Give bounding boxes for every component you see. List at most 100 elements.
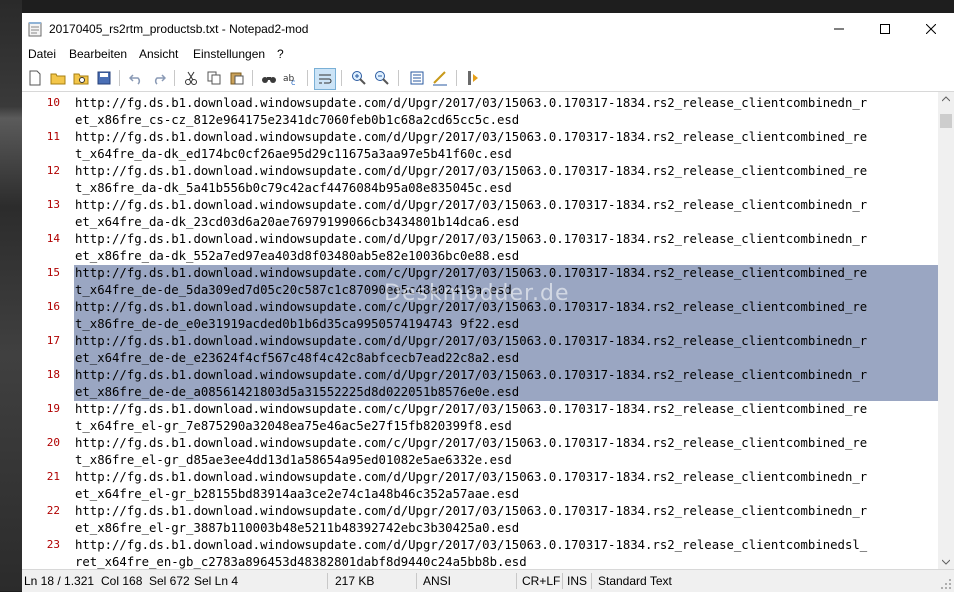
window-title: 20170405_rs2rtm_productsb.txt - Notepad2…	[49, 22, 309, 36]
redo-icon	[154, 74, 166, 85]
status-encoding[interactable]: ANSI	[423, 574, 451, 588]
menu-einstellungen[interactable]: Einstellungen	[193, 47, 265, 61]
scheme-button[interactable]	[408, 69, 426, 87]
maximize-icon	[880, 24, 890, 34]
editor-line[interactable]: 10 http://fg.ds.b1.download.windowsupdate…	[22, 95, 938, 129]
status-separator	[591, 573, 592, 589]
line-number: 16	[46, 300, 60, 313]
zoom-out-button[interactable]	[373, 69, 391, 87]
editor-line[interactable]: 23 http://fg.ds.b1.download.windowsupdate…	[22, 537, 938, 569]
line-number: 23	[46, 538, 60, 551]
editor-line[interactable]: 17 http://fg.ds.b1.download.windowsupdate…	[22, 333, 938, 367]
line-text: http://fg.ds.b1.download.windowsupdate.c…	[75, 164, 868, 178]
line-text-wrapped: ret_x64fre_en-gb_c2783a896453d48382801da…	[75, 555, 527, 569]
word-wrap-button[interactable]	[314, 68, 336, 90]
notepad2-window: 20170405_rs2rtm_productsb.txt - Notepad2…	[22, 13, 954, 592]
customize-icon	[433, 71, 447, 86]
line-text-wrapped: t_x64fre_da-dk_ed174bc0cf26ae95d29c11675…	[75, 147, 512, 161]
editor-line[interactable]: 18 http://fg.ds.b1.download.windowsupdate…	[22, 367, 938, 401]
status-separator	[562, 573, 563, 589]
editor-line[interactable]: 19 http://fg.ds.b1.download.windowsupdate…	[22, 401, 938, 435]
line-text: http://fg.ds.b1.download.windowsupdate.c…	[75, 130, 868, 144]
editor-line[interactable]: 12 http://fg.ds.b1.download.windowsupdate…	[22, 163, 938, 197]
line-number: 12	[46, 164, 60, 177]
status-selection: Sel 672	[149, 574, 190, 588]
status-insert-mode[interactable]: INS	[567, 574, 587, 588]
scroll-up-icon[interactable]	[942, 96, 950, 102]
open-file-icon	[50, 73, 66, 85]
editor-line[interactable]: 14 http://fg.ds.b1.download.windowsupdate…	[22, 231, 938, 265]
scrollbar-thumb[interactable]	[940, 114, 952, 128]
text-editor[interactable]: 10 http://fg.ds.b1.download.windowsupdate…	[22, 92, 938, 569]
desktop-background	[0, 0, 22, 591]
line-number: 14	[46, 232, 60, 245]
exit-icon	[468, 71, 478, 85]
cut-button[interactable]	[182, 69, 200, 87]
toolbar-separator	[456, 70, 457, 86]
notepad-app-icon	[28, 22, 42, 37]
new-file-icon	[29, 70, 41, 86]
line-text-wrapped: t_x86fre_de-de_e0e31919acded0b1b6d35ca99…	[75, 317, 520, 331]
browse-icon	[73, 73, 89, 85]
status-column: Col 168	[101, 574, 143, 588]
zoom-in-icon	[352, 71, 366, 85]
minimize-icon	[834, 28, 844, 30]
line-number: 22	[46, 504, 60, 517]
scroll-down-icon[interactable]	[942, 559, 950, 565]
open-file-button[interactable]	[49, 69, 67, 87]
paste-icon	[230, 72, 244, 85]
editor-line[interactable]: 20 http://fg.ds.b1.download.windowsupdate…	[22, 435, 938, 469]
toolbar-separator	[174, 70, 175, 86]
toolbar-separator	[341, 70, 342, 86]
line-text-wrapped: et_x86fre_el-gr_3887b110003b48e5211b4839…	[75, 521, 520, 535]
editor-line[interactable]: 13 http://fg.ds.b1.download.windowsupdate…	[22, 197, 938, 231]
exit-button[interactable]	[465, 69, 483, 87]
replace-button[interactable]: ab c	[283, 69, 301, 87]
line-text: http://fg.ds.b1.download.windowsupdate.c…	[75, 266, 868, 280]
word-wrap-icon	[319, 74, 332, 84]
line-number: 11	[46, 130, 60, 143]
find-button[interactable]	[260, 69, 278, 87]
line-text-wrapped: et_x86fre_da-dk_552a7ed97ea403d8f03480ab…	[75, 249, 520, 263]
status-bar: Ln 18 / 1.321 Col 168 Sel 672 Sel Ln 4 2…	[22, 569, 954, 592]
status-scheme[interactable]: Standard Text	[598, 574, 672, 588]
line-text: http://fg.ds.b1.download.windowsupdate.c…	[75, 334, 868, 348]
status-separator	[327, 573, 328, 589]
line-number: 19	[46, 402, 60, 415]
line-number: 18	[46, 368, 60, 381]
line-text: http://fg.ds.b1.download.windowsupdate.c…	[75, 402, 868, 416]
menu-ansicht[interactable]: Ansicht	[139, 47, 178, 61]
redo-button[interactable]	[150, 69, 168, 87]
customize-scheme-button[interactable]	[431, 69, 449, 87]
toolbar-separator	[307, 70, 308, 86]
line-text: http://fg.ds.b1.download.windowsupdate.c…	[75, 96, 868, 110]
menu-datei[interactable]: Datei	[28, 47, 56, 61]
save-button[interactable]	[95, 69, 113, 87]
title-bar[interactable]: 20170405_rs2rtm_productsb.txt - Notepad2…	[22, 13, 954, 45]
vertical-scrollbar[interactable]	[938, 92, 954, 569]
line-text-wrapped: et_x86fre_de-de_a08561421803d5a31552225d…	[75, 385, 520, 399]
watermark-text: Deskmodder.de	[384, 281, 570, 306]
toolbar-separator	[398, 70, 399, 86]
undo-icon	[129, 74, 141, 85]
browse-button[interactable]	[72, 69, 90, 87]
toolbar-separator	[252, 70, 253, 86]
line-text-wrapped: et_x86fre_cs-cz_812e964175e2341dc7060feb…	[75, 113, 520, 127]
maximize-button[interactable]	[862, 13, 908, 45]
zoom-in-button[interactable]	[350, 69, 368, 87]
minimize-button[interactable]	[816, 13, 862, 45]
status-line-ending[interactable]: CR+LF	[522, 574, 560, 588]
undo-button[interactable]	[127, 69, 145, 87]
resize-grip-icon[interactable]	[940, 578, 952, 590]
editor-line[interactable]: 22 http://fg.ds.b1.download.windowsupdate…	[22, 503, 938, 537]
new-file-button[interactable]	[26, 69, 44, 87]
editor-line[interactable]: 11 http://fg.ds.b1.download.windowsupdate…	[22, 129, 938, 163]
paste-button[interactable]	[228, 69, 246, 87]
menu-bearbeiten[interactable]: Bearbeiten	[69, 47, 127, 61]
toolbar: ab c	[22, 65, 954, 92]
editor-line[interactable]: 21 http://fg.ds.b1.download.windowsupdate…	[22, 469, 938, 503]
copy-button[interactable]	[205, 69, 223, 87]
line-text: http://fg.ds.b1.download.windowsupdate.c…	[75, 232, 868, 246]
menu-help[interactable]: ?	[277, 47, 284, 61]
close-button[interactable]	[908, 13, 954, 45]
